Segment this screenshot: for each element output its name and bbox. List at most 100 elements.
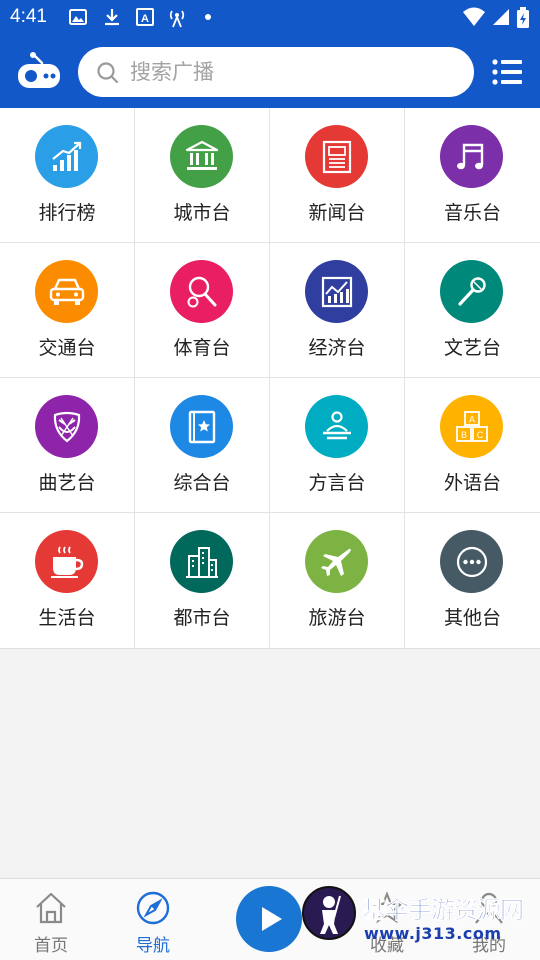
more-dots-icon [456, 546, 487, 577]
menu-button[interactable] [492, 58, 522, 86]
svg-text:A: A [141, 13, 149, 25]
category-general[interactable]: 综合台 [135, 378, 270, 513]
category-icon-circle [170, 260, 233, 323]
tab-navigation[interactable]: 导航 [103, 879, 203, 960]
opera-mask-icon [53, 411, 80, 442]
book-star-icon [188, 410, 215, 443]
category-sports[interactable]: 体育台 [135, 243, 270, 378]
tab-label: 导航 [136, 936, 170, 956]
category-icon-circle [170, 530, 233, 593]
download-notification-icon [105, 9, 119, 26]
category-icon-circle [35, 530, 98, 593]
play-button[interactable] [236, 886, 302, 952]
category-icon-circle [35, 125, 98, 188]
category-label: 生活台 [38, 607, 96, 629]
dot-notification-icon [205, 14, 211, 20]
watermark: 基伞手游资源网 www.j313.com [302, 884, 540, 960]
category-icon-circle [440, 530, 503, 593]
category-icon-circle [35, 395, 98, 458]
category-news[interactable]: 新闻台 [270, 108, 405, 243]
category-icon-circle [440, 260, 503, 323]
category-label: 曲艺台 [38, 472, 96, 494]
play-icon [262, 907, 282, 931]
svg-text:A: A [468, 414, 474, 424]
city-hall-icon [185, 140, 218, 170]
category-icon-circle [305, 530, 368, 593]
category-metro[interactable]: 都市台 [135, 513, 270, 648]
compass-icon [136, 891, 170, 925]
antenna-notification-icon [169, 10, 185, 28]
category-label: 新闻台 [308, 202, 366, 224]
search-input[interactable] [130, 55, 450, 89]
trending-chart-icon [51, 141, 81, 171]
watermark-logo [302, 886, 356, 940]
category-icon-circle [305, 395, 368, 458]
radio-icon [18, 52, 60, 88]
category-label: 城市台 [173, 202, 231, 224]
category-label: 交通台 [38, 337, 96, 359]
category-opera[interactable]: 曲艺台 [0, 378, 135, 513]
list-menu-icon [492, 59, 522, 85]
category-label: 文艺台 [443, 337, 501, 359]
newspaper-icon [322, 140, 351, 173]
category-label: 经济台 [308, 337, 366, 359]
category-foreign[interactable]: ABC 外语台 [405, 378, 540, 513]
category-label: 排行榜 [38, 202, 96, 224]
category-label: 都市台 [173, 607, 231, 629]
category-icon-circle: ABC [440, 395, 503, 458]
tab-label: 首页 [34, 936, 68, 956]
category-dialect[interactable]: 方言台 [270, 378, 405, 513]
category-label: 外语台 [443, 472, 501, 494]
watermark-url: www.j313.com [364, 924, 502, 943]
category-ranking[interactable]: 排行榜 [0, 108, 135, 243]
category-icon-circle [305, 260, 368, 323]
abc-blocks-icon: AB C [455, 410, 488, 442]
category-label: 方言台 [308, 472, 366, 494]
category-city[interactable]: 城市台 [135, 108, 270, 243]
signal-icon [493, 9, 509, 25]
category-label: 旅游台 [308, 607, 366, 629]
category-label: 音乐台 [443, 202, 501, 224]
music-note-icon [456, 143, 483, 169]
wifi-icon [463, 7, 485, 26]
finance-chart-icon [321, 276, 352, 307]
image-notification-icon [69, 9, 87, 25]
coffee-cup-icon [50, 546, 83, 578]
category-travel[interactable]: 旅游台 [270, 513, 405, 648]
microphone-icon [457, 276, 486, 306]
home-icon [36, 892, 66, 924]
category-label: 综合台 [173, 472, 231, 494]
category-icon-circle [305, 125, 368, 188]
top-app-bar [0, 36, 540, 108]
category-traffic[interactable]: 交通台 [0, 243, 135, 378]
text-notification-icon: A [136, 8, 154, 26]
category-other[interactable]: 其他台 [405, 513, 540, 648]
search-bar[interactable] [78, 47, 474, 97]
tab-home[interactable]: 首页 [1, 879, 101, 960]
svg-text:C: C [476, 430, 483, 440]
svg-text:B: B [460, 430, 466, 440]
category-grid: 排行榜 城市台 新闻台 音乐台 交通台 体育台 经济台 文艺台 曲艺台 综合台 … [0, 108, 540, 649]
category-icon-circle [170, 125, 233, 188]
category-economy[interactable]: 经济台 [270, 243, 405, 378]
ninja-figure-icon [320, 895, 341, 934]
car-icon [49, 278, 84, 305]
status-time: 4:41 [10, 6, 47, 27]
radio-logo-button[interactable] [16, 51, 62, 91]
category-icon-circle [170, 395, 233, 458]
search-icon [97, 62, 119, 84]
category-arts[interactable]: 文艺台 [405, 243, 540, 378]
category-label: 其他台 [443, 607, 501, 629]
watermark-title: 基伞手游资源网 [362, 896, 525, 925]
city-buildings-icon [185, 546, 218, 578]
category-icon-circle [35, 260, 98, 323]
sports-racket-icon [187, 276, 216, 307]
status-bar: 4:41 A [0, 0, 540, 36]
category-label: 体育台 [173, 337, 231, 359]
speaker-podium-icon [322, 410, 351, 439]
category-music[interactable]: 音乐台 [405, 108, 540, 243]
battery-icon [517, 7, 529, 28]
category-icon-circle [440, 125, 503, 188]
airplane-icon [320, 548, 351, 576]
category-life[interactable]: 生活台 [0, 513, 135, 648]
